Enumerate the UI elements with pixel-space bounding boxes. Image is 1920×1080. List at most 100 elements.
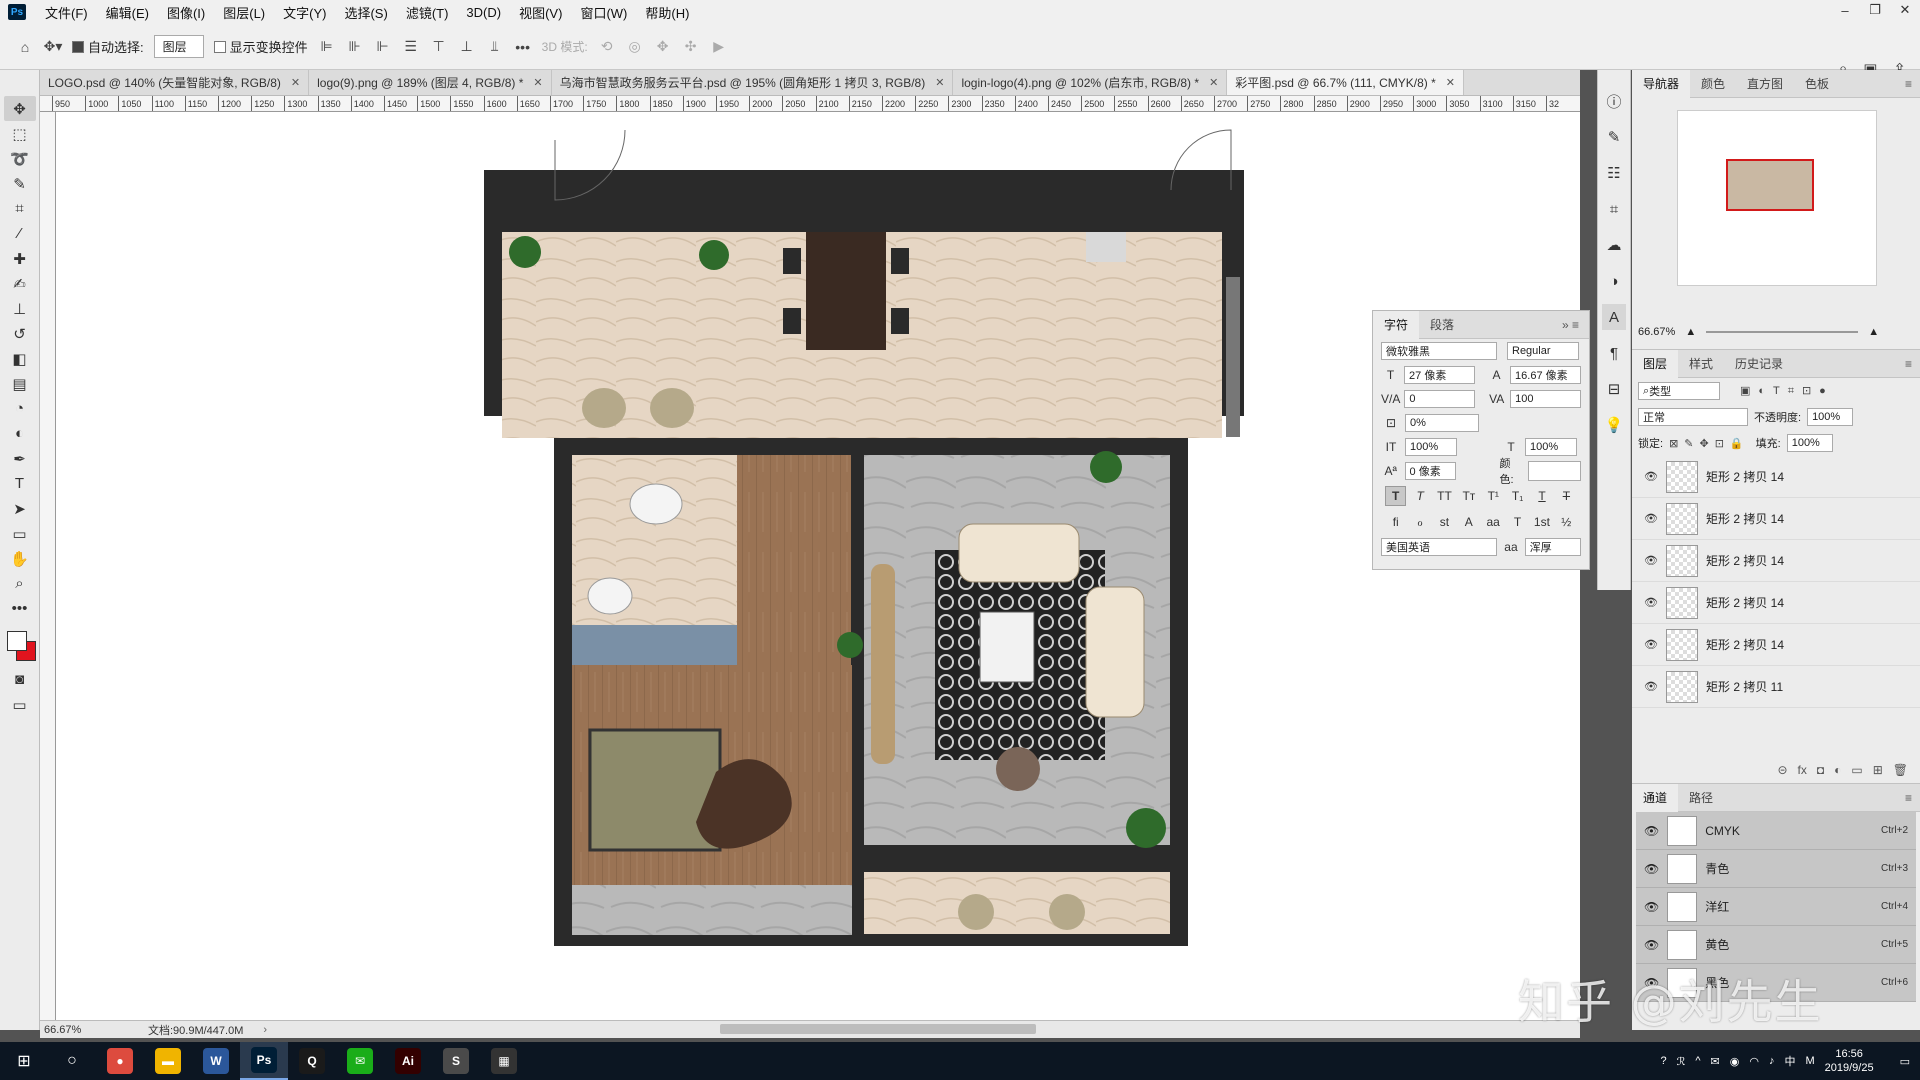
zoom-readout[interactable]: 66.67% [40,1024,104,1036]
superscript-icon[interactable]: T¹ [1483,486,1504,506]
dodge-tool-icon[interactable]: ◐ [4,421,36,446]
eraser-tool-icon[interactable]: ◧ [4,346,36,371]
ime-indicator[interactable]: 中 [1784,1053,1795,1069]
leading-field[interactable]: 16.67 像素 [1510,366,1581,384]
qq-tray-icon[interactable]: ◉ [1730,1055,1740,1068]
checkbox-box[interactable] [213,40,226,53]
taskbar-app-chrome[interactable]: ● [96,1042,144,1080]
subscript-icon[interactable]: T₁ [1507,486,1528,506]
clone-stamp-tool-icon[interactable]: ⊥ [4,296,36,321]
blend-mode-dropdown[interactable]: 正常 [1638,408,1748,426]
close-icon[interactable]: ✕ [1446,76,1455,89]
font-size-field[interactable]: 27 像素 [1404,366,1475,384]
close-icon[interactable]: ✕ [1209,76,1218,89]
horizontal-scale-field[interactable]: 100% [1525,438,1577,456]
history-brush-tool-icon[interactable]: ↺ [4,321,36,346]
trash-icon[interactable]: 🗑 [1893,763,1908,777]
doc-tab-logo9[interactable]: logo(9).png @ 189% (图层 4, RGB/8) * ✕ [309,70,552,95]
notification-icon[interactable]: ▭ [1900,1055,1910,1068]
learn-icon[interactable]: 💡 [1602,412,1626,438]
quick-select-tool-icon[interactable]: ✎ [4,171,36,196]
lock-icons[interactable]: ⊠✎✥⊡🔒 [1669,437,1750,450]
taskbar-app-sublime[interactable]: S [432,1042,480,1080]
ordinal-icon[interactable]: 1st [1531,512,1552,532]
font-family-dropdown[interactable]: 微软雅黑 [1381,342,1497,360]
close-icon[interactable]: ✕ [935,76,944,89]
status-arrow-icon[interactable]: › [263,1024,267,1036]
menu-view[interactable]: 视图(V) [510,3,571,22]
faux-bold-icon[interactable]: T [1385,486,1407,506]
glyphs-icon[interactable]: ⊟ [1602,376,1626,402]
panel-menu-icon[interactable]: » ≡ [1562,318,1589,332]
all-caps-icon[interactable]: TT [1434,486,1455,506]
volume-icon[interactable]: ♪ [1769,1055,1775,1067]
visibility-eye-icon[interactable]: 👁 [1644,680,1658,693]
align-left-icon[interactable]: ⊫ [318,38,336,56]
visibility-eye-icon[interactable]: 👁 [1644,900,1659,914]
taskbar-app-photoshop[interactable]: Ps [240,1042,288,1080]
small-caps-icon[interactable]: Tт [1458,486,1479,506]
add-mask-icon[interactable]: ◘ [1817,763,1824,777]
tab-styles[interactable]: 样式 [1678,350,1724,378]
filter-type-icons[interactable]: ▣◐T⌗⊡● [1740,384,1834,398]
info-icon[interactable]: ⓘ [1602,88,1626,114]
tab-navigator[interactable]: 导航器 [1632,69,1691,98]
menu-type[interactable]: 文字(Y) [274,3,335,22]
close-icon[interactable]: ✕ [533,76,542,89]
zoom-out-icon[interactable]: ▲ [1685,326,1696,338]
strikethrough-icon[interactable]: T [1556,486,1577,506]
doc-tab-logo-psd[interactable]: LOGO.psd @ 140% (矢量智能对象, RGB/8) ✕ [40,70,310,95]
menu-filter[interactable]: 滤镜(T) [397,3,458,22]
tab-character[interactable]: 字符 [1373,310,1420,339]
menu-select[interactable]: 选择(S) [335,3,396,22]
brush-tool-icon[interactable]: ✍ [4,271,36,296]
screen-mode-icon[interactable]: ▭ [4,692,36,717]
marquee-tool-icon[interactable]: ⬚ [4,121,36,146]
visibility-eye-icon[interactable]: 👁 [1644,470,1658,483]
healing-brush-tool-icon[interactable]: ✚ [4,246,36,271]
menu-image[interactable]: 图像(I) [158,3,214,22]
show-transform-checkbox[interactable]: 显示变换控件 [213,37,308,56]
swash-icon[interactable]: A [1458,512,1479,532]
tab-histogram[interactable]: 直方图 [1736,70,1794,98]
distribute-icon[interactable]: ☰ [402,38,420,56]
layer-row[interactable]: 👁 矩形 2 拷贝 11 [1632,666,1920,708]
blur-tool-icon[interactable]: ◔ [4,396,36,421]
channel-row[interactable]: 👁 黄色 Ctrl+5 [1636,926,1916,964]
kerning-field[interactable]: 0 [1404,390,1476,408]
move-tool-icon[interactable]: ✥ [3,96,36,121]
3d-camera-icon[interactable]: ▶ [710,38,728,56]
adjustments-icon[interactable]: ☷ [1602,160,1626,186]
channel-row[interactable]: 👁 CMYK Ctrl+2 [1636,812,1916,850]
font-style-dropdown[interactable]: Regular [1507,342,1579,360]
people-icon[interactable]: ℛ [1677,1055,1686,1068]
crop-tool-icon[interactable]: ⌗ [4,196,36,221]
layer-filter-dropdown[interactable]: ⌕ 类型 [1638,382,1720,400]
close-icon[interactable]: ✕ [1890,0,1920,20]
paragraph-panel-icon[interactable]: ¶ [1602,340,1626,366]
eyedropper-tool-icon[interactable]: ⁄ [4,221,36,246]
color-swatches[interactable] [4,627,36,667]
underline-icon[interactable]: T [1531,486,1552,506]
taskbar-app-illustrator[interactable]: Ai [384,1042,432,1080]
layer-row[interactable]: 👁 矩形 2 拷贝 14 [1632,624,1920,666]
visibility-eye-icon[interactable]: 👁 [1644,596,1658,609]
cortana-button[interactable]: ○ [48,1042,96,1080]
foreground-color[interactable] [6,631,27,651]
close-icon[interactable]: ✕ [291,76,300,89]
gradient-tool-icon[interactable]: ▤ [4,371,36,396]
menu-window[interactable]: 窗口(W) [571,3,636,22]
tab-layers[interactable]: 图层 [1632,349,1679,378]
menu-3d[interactable]: 3D(D) [457,5,510,20]
brush-settings-icon[interactable]: ✎ [1602,124,1626,150]
faux-italic-icon[interactable]: T [1409,486,1430,506]
menu-layer[interactable]: 图层(L) [214,3,274,22]
taskbar-app-wechat[interactable]: ✉ [336,1042,384,1080]
taskbar-app-word[interactable]: W [192,1042,240,1080]
taskbar-app-calculator[interactable]: ▦ [480,1042,528,1080]
character-panel-icon[interactable]: A [1602,304,1626,330]
menu-help[interactable]: 帮助(H) [636,3,698,22]
document-canvas[interactable] [56,112,1580,1020]
align-center-icon[interactable]: ⊪ [346,38,364,56]
tab-swatches[interactable]: 色板 [1794,70,1840,98]
